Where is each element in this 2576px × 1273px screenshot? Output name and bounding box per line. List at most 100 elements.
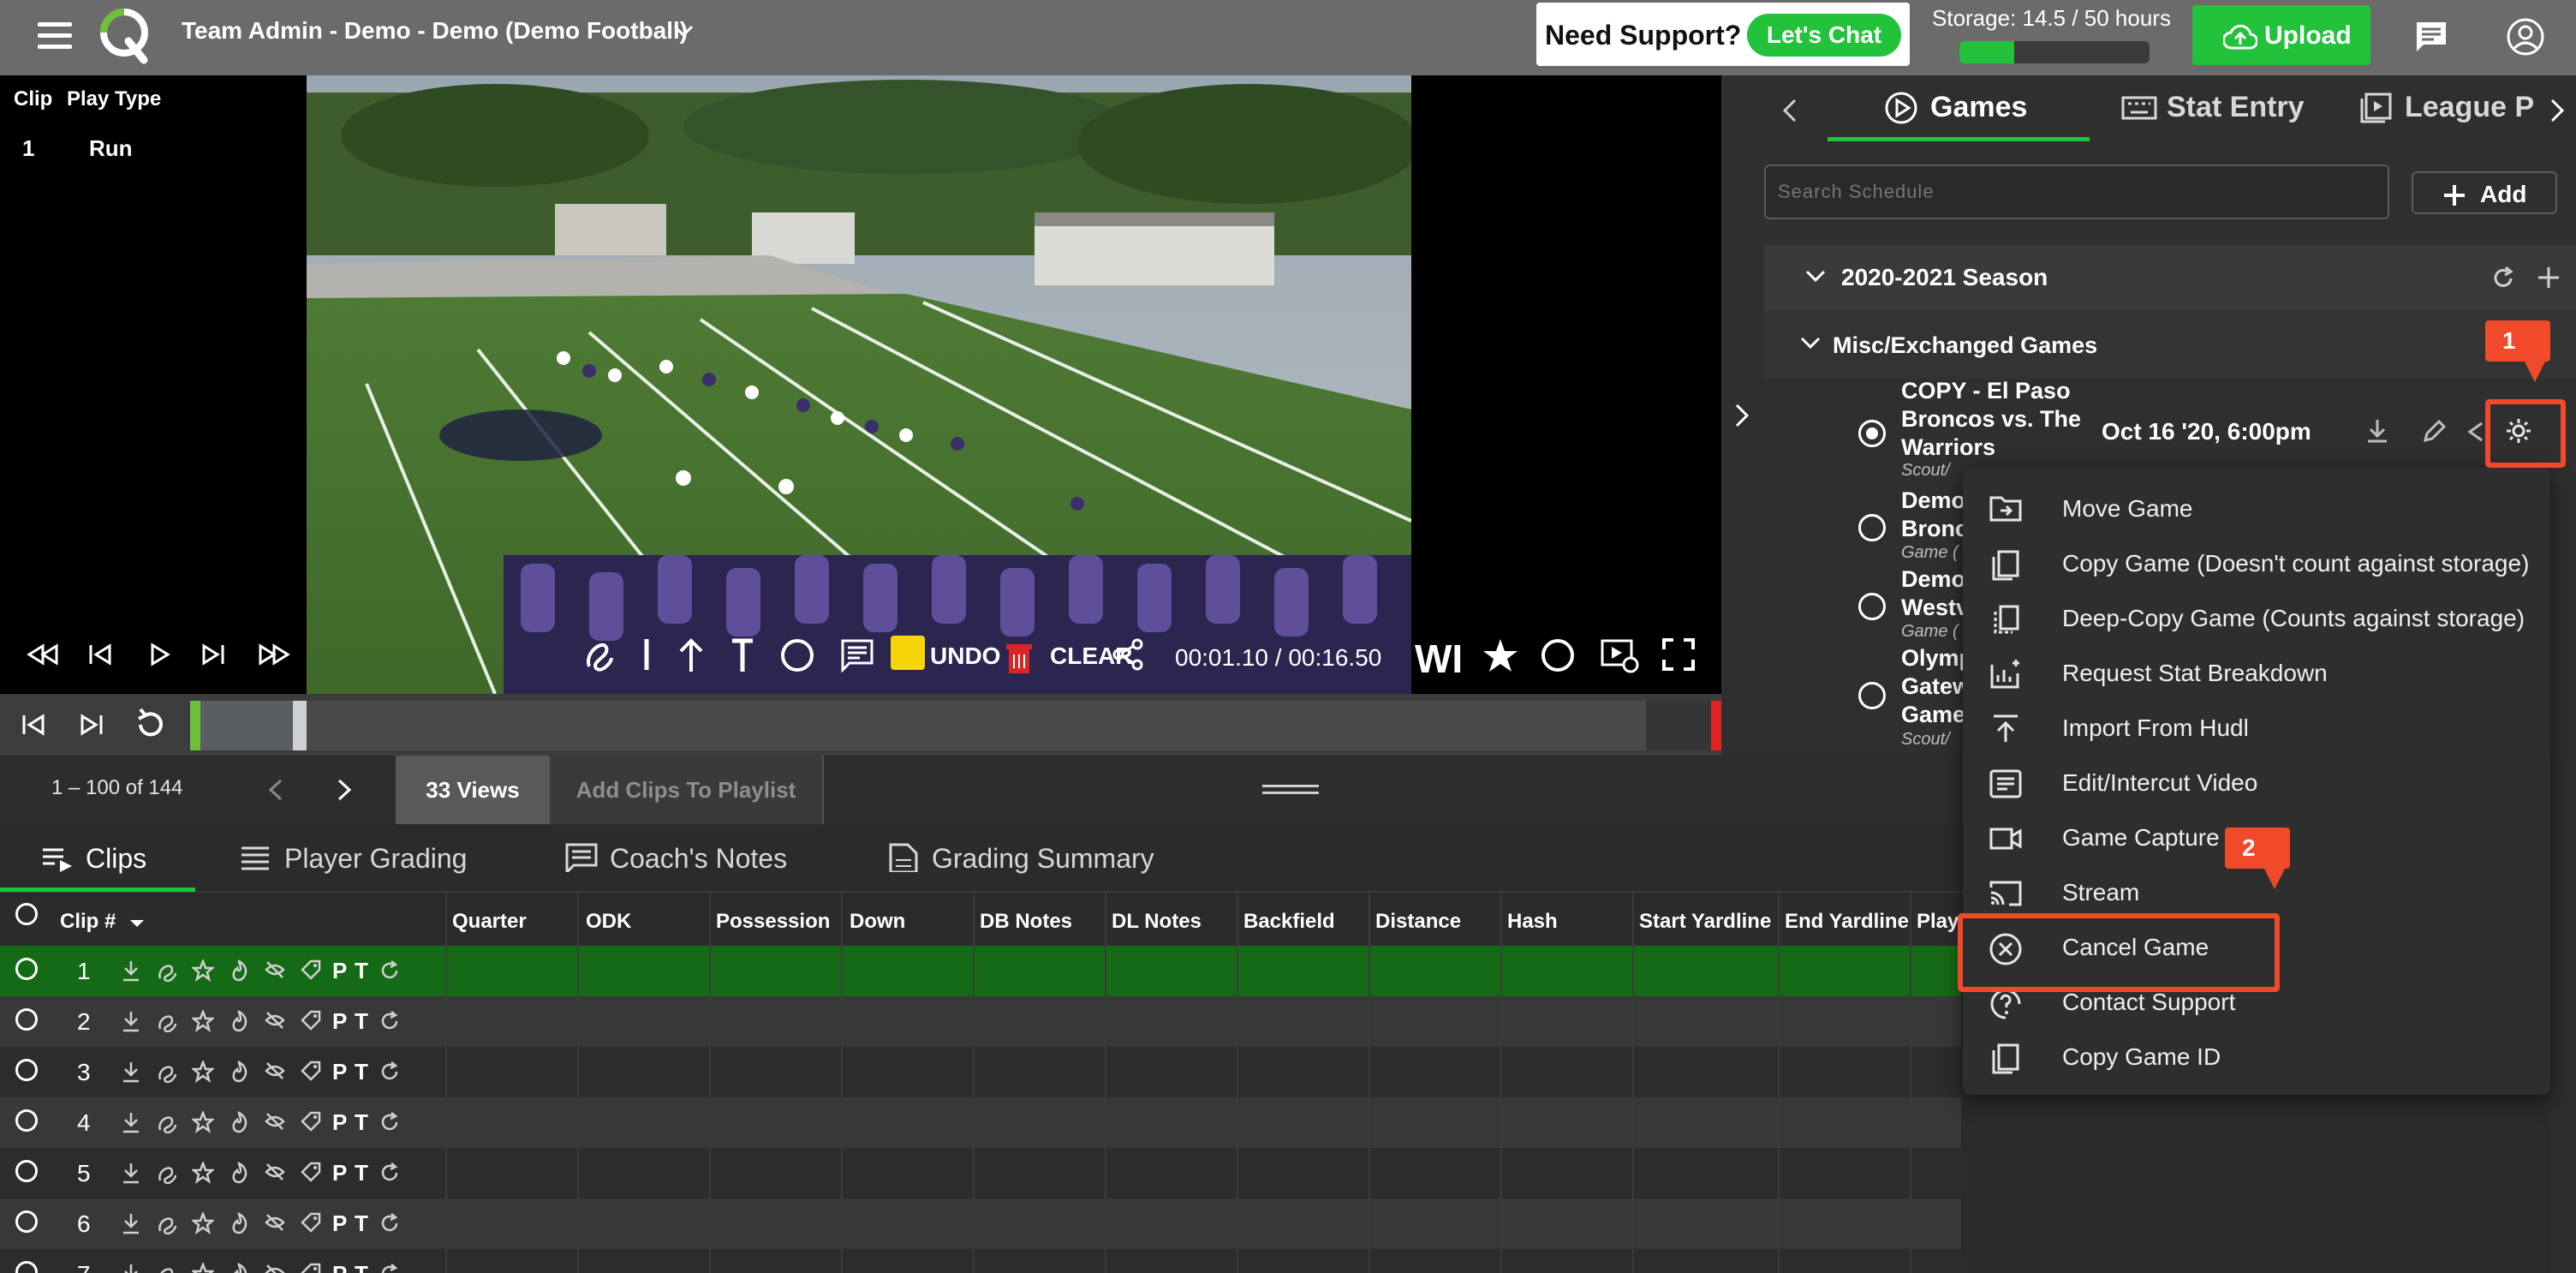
menu-item-copy-game[interactable]: Copy Game (Doesn't count against storage… [1963,535,2550,589]
tag-icon[interactable] [300,1061,322,1083]
telestrate-t-button[interactable]: T [355,1261,368,1273]
game-title[interactable]: Demo Bronc [1901,487,1970,543]
drag-handle[interactable] [1262,785,1319,795]
edit-icon[interactable] [2422,418,2448,444]
game-radio[interactable] [1858,593,1886,620]
draw-icon[interactable] [156,1263,178,1273]
select-all-checkbox[interactable] [15,903,38,925]
refresh-icon[interactable] [379,1263,401,1273]
draw-icon[interactable] [156,1212,178,1234]
timeline-track[interactable] [190,701,1721,750]
row-checkbox[interactable] [15,1008,38,1031]
flame-icon[interactable] [228,1111,250,1133]
download-icon[interactable] [2365,418,2389,444]
step-forward-icon[interactable] [199,642,228,666]
column-header-dl-notes[interactable]: DL Notes [1112,910,1202,934]
undo-button[interactable]: UNDO [930,642,1000,670]
star-outline-icon[interactable] [192,1111,214,1133]
refresh-icon[interactable] [379,1061,401,1083]
hidden-icon[interactable] [264,959,286,982]
tag-icon[interactable] [300,1111,322,1133]
refresh-icon[interactable] [2490,266,2516,291]
draw-icon[interactable] [156,1010,178,1032]
column-header-possession[interactable]: Possession [716,910,830,934]
star-outline-icon[interactable] [192,1212,214,1234]
skip-to-end-icon[interactable] [79,713,104,737]
flame-icon[interactable] [228,1061,250,1083]
menu-item-deep-copy-game[interactable]: Deep-Copy Game (Counts against storage) [1963,589,2550,644]
download-icon[interactable] [120,959,142,982]
menu-item-copy-game-id[interactable]: Copy Game ID [1963,1028,2550,1083]
playlist-p-button[interactable]: P [332,958,347,984]
tag-icon[interactable] [300,1263,322,1273]
step-back-icon[interactable] [86,642,115,666]
chevron-down-icon[interactable] [673,24,694,38]
star-outline-icon[interactable] [192,959,214,982]
game-title[interactable]: Demo Westv [1901,565,1970,622]
refresh-icon[interactable] [379,1111,401,1133]
message-icon[interactable] [2413,19,2449,55]
tag-icon[interactable] [300,1212,322,1234]
menu-item-edit-intercut-video[interactable]: Edit/Intercut Video [1963,754,2550,809]
row-checkbox[interactable] [15,958,38,980]
timeline-end-marker[interactable] [1711,701,1721,750]
telestrate-t-button[interactable]: T [355,1059,368,1085]
playlist-p-button[interactable]: P [332,1059,347,1085]
column-header-quarter[interactable]: Quarter [452,910,527,934]
refresh-icon[interactable] [379,1162,401,1184]
playlist-p-button[interactable]: P [332,1008,347,1035]
share-icon[interactable] [2466,420,2484,444]
line-tool-icon[interactable] [641,636,653,673]
views-button[interactable]: 33 Views [396,756,550,824]
row-checkbox[interactable] [15,1109,38,1132]
circle-tool-icon[interactable] [779,637,815,673]
timeline-playhead[interactable] [293,701,307,750]
season-header[interactable]: 2020-2021 Season [1764,245,2576,310]
text-tool-icon[interactable] [730,636,755,673]
replay-icon[interactable] [134,708,166,742]
chevron-left-icon[interactable] [267,778,284,802]
column-header-backfield[interactable]: Backfield [1243,910,1335,934]
team-title[interactable]: Team Admin - Demo - Demo (Demo Football) [182,17,688,45]
star-icon[interactable] [1482,637,1519,673]
column-header-odk[interactable]: ODK [586,910,631,934]
clip-number[interactable]: 1 [22,135,34,162]
skip-to-start-icon[interactable] [21,713,46,737]
telestrate-t-button[interactable]: T [355,1008,368,1035]
plus-icon[interactable] [2537,266,2561,290]
add-game-button[interactable]: Add [2412,171,2557,214]
playlist-p-button[interactable]: P [332,1160,347,1186]
tag-icon[interactable] [300,959,322,982]
draw-icon[interactable] [156,1111,178,1133]
wi-button[interactable]: WI [1415,636,1463,682]
menu-item-import-from-hudl[interactable]: Import From Hudl [1963,699,2550,754]
row-checkbox[interactable] [15,1059,38,1081]
star-outline-icon[interactable] [192,1010,214,1032]
account-icon[interactable] [2506,17,2545,57]
table-row[interactable]: 5 PT [0,1148,1961,1198]
add-clips-to-playlist-button[interactable]: Add Clips To Playlist [550,756,824,824]
column-header-distance[interactable]: Distance [1375,910,1461,934]
hidden-icon[interactable] [264,1212,286,1234]
refresh-icon[interactable] [379,1010,401,1032]
hidden-icon[interactable] [264,1263,286,1273]
chevron-right-icon[interactable] [2549,98,2566,123]
menu-icon[interactable] [38,22,72,51]
hidden-icon[interactable] [264,1061,286,1083]
sort-down-icon[interactable] [128,918,146,929]
column-header-clip-number[interactable]: Clip # [60,910,116,934]
record-circle-icon[interactable] [1540,637,1576,673]
comment-tool-icon[interactable] [839,637,875,673]
refresh-icon[interactable] [379,1212,401,1234]
tag-icon[interactable] [300,1010,322,1032]
refresh-icon[interactable] [379,959,401,982]
flame-icon[interactable] [228,1263,250,1273]
color-swatch-yellow[interactable] [891,636,925,670]
menu-item-request-stat-breakdown[interactable]: Request Stat Breakdown [1963,644,2550,699]
telestrate-t-button[interactable]: T [355,1160,368,1186]
playlist-p-button[interactable]: P [332,1210,347,1237]
column-header-db-notes[interactable]: DB Notes [980,910,1072,934]
column-header-start-yardline[interactable]: Start Yardline [1639,910,1771,934]
table-row[interactable]: 7 PT [0,1249,1961,1273]
fast-rewind-icon[interactable] [26,642,60,666]
